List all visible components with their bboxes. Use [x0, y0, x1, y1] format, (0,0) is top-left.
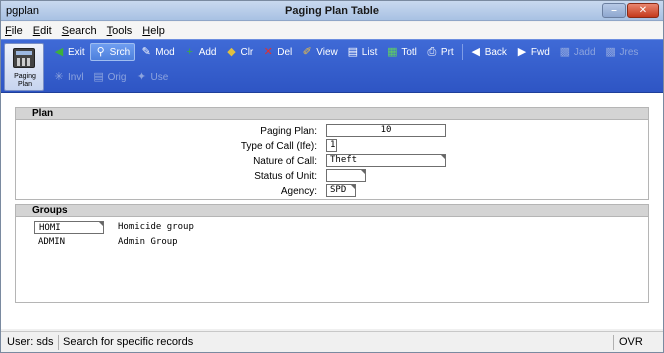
prt-button[interactable]: ⎙ Prt	[422, 43, 458, 61]
group-description: Homicide group	[118, 222, 194, 232]
groups-panel: Groups HOMI Homicide group ADMIN Admin G…	[15, 204, 649, 303]
search-icon: ⚲	[96, 46, 105, 58]
list-button-label: List	[361, 46, 378, 58]
group-code-field[interactable]: ADMIN	[34, 236, 104, 249]
clr-button-label: Clr	[240, 46, 254, 58]
add-button[interactable]: + Add	[180, 43, 221, 61]
mod-button[interactable]: ✎ Mod	[136, 43, 178, 61]
app-window: pgplan Paging Plan Table – ✕ File Edit S…	[0, 0, 664, 353]
close-button[interactable]: ✕	[627, 3, 659, 18]
orig-button-label: Orig	[107, 71, 127, 83]
menu-help[interactable]: Help	[142, 25, 165, 37]
paging-plan-label: Paging Plan:	[260, 125, 317, 137]
add-button-label: Add	[198, 46, 217, 58]
mod-button-label: Mod	[155, 46, 175, 58]
original-icon: ▤	[93, 71, 104, 83]
jadd-icon: ▩	[559, 46, 571, 58]
toolbar-separator	[461, 44, 463, 60]
modify-icon: ✎	[141, 46, 151, 58]
menu-tools[interactable]: Tools	[107, 25, 133, 37]
minimize-icon: –	[611, 5, 617, 16]
agency-field[interactable]: SPD	[326, 184, 356, 197]
view-button-label: View	[316, 46, 338, 58]
module-button[interactable]: Paging Plan	[4, 43, 44, 91]
plan-heading: Plan	[16, 108, 648, 120]
nature-of-call-label: Nature of Call:	[253, 155, 317, 167]
use-icon: ✦	[136, 71, 147, 83]
exit-icon: ◀	[54, 46, 64, 58]
add-icon: +	[186, 46, 193, 58]
list-icon: ▤	[347, 46, 358, 58]
srch-button-label: Srch	[109, 46, 131, 58]
srch-button[interactable]: ⚲ Srch	[89, 43, 136, 61]
menu-bar: File Edit Search Tools Help	[1, 22, 663, 39]
status-mode: OVR	[619, 336, 643, 348]
status-message: Search for specific records	[63, 336, 194, 348]
window-title: Paging Plan Table	[285, 5, 379, 17]
fwd-button-label: Fwd	[530, 46, 550, 58]
calculator-icon	[13, 48, 35, 68]
print-icon: ⎙	[427, 46, 437, 58]
jres-icon: ▩	[605, 46, 616, 58]
exit-button[interactable]: ◀ Exit	[49, 43, 89, 61]
jadd-button-label: Jadd	[573, 46, 596, 58]
back-icon: ◀	[471, 46, 480, 58]
agency-label: Agency:	[280, 185, 317, 197]
view-icon: ✐	[302, 46, 312, 58]
toolbar-row-secondary: ✳ Invl ▤ Orig ✦ Use	[49, 67, 173, 87]
minimize-button[interactable]: –	[602, 3, 626, 18]
module-label: Paging Plan	[14, 73, 36, 88]
clear-icon: ◆	[227, 46, 236, 58]
jres-button[interactable]: ▩ Jres	[601, 43, 643, 61]
nature-of-call-field[interactable]: Theft	[326, 154, 446, 167]
group-description: Admin Group	[118, 237, 178, 247]
invl-button[interactable]: ✳ Invl	[49, 68, 88, 86]
content-area: Plan Paging Plan: 10 Type of Call (Ife):…	[1, 93, 663, 329]
menu-edit[interactable]: Edit	[33, 25, 52, 37]
plan-panel: Plan Paging Plan: 10 Type of Call (Ife):…	[15, 107, 649, 200]
close-icon: ✕	[638, 5, 648, 16]
menu-file[interactable]: File	[5, 25, 23, 37]
totl-button[interactable]: ▦ Totl	[382, 43, 421, 61]
status-bar: User: sds Search for specific records OV…	[1, 331, 663, 352]
orig-button[interactable]: ▤ Orig	[89, 68, 131, 86]
forward-icon: ▶	[517, 46, 527, 58]
del-button-label: Del	[277, 46, 293, 58]
jadd-button[interactable]: ▩ Jadd	[555, 43, 600, 61]
type-of-call-label: Type of Call (Ife):	[240, 140, 317, 152]
status-user: User: sds	[7, 336, 54, 348]
toolbar-row-main: ◀ Exit ⚲ Srch ✎ Mod + Add ◆ Clr ✕ Del ✐ View ▤ List ▦ Tot…	[49, 42, 643, 62]
groups-heading: Groups	[16, 205, 648, 217]
use-button-label: Use	[150, 71, 169, 83]
exit-button-label: Exit	[68, 46, 85, 58]
paging-plan-field[interactable]: 10	[326, 124, 446, 137]
total-icon: ▦	[387, 46, 398, 58]
prt-button-label: Prt	[440, 46, 454, 58]
involvement-icon: ✳	[54, 71, 64, 83]
totl-button-label: Totl	[401, 46, 417, 58]
title-bar[interactable]: pgplan Paging Plan Table – ✕	[1, 1, 663, 21]
del-button[interactable]: ✕ Del	[258, 43, 296, 61]
back-button-label: Back	[484, 46, 507, 58]
use-button[interactable]: ✦ Use	[131, 68, 172, 86]
status-of-unit-field[interactable]	[326, 169, 366, 182]
clr-button[interactable]: ◆ Clr	[221, 43, 257, 61]
group-code-field[interactable]: HOMI	[34, 221, 104, 234]
invl-button-label: Invl	[68, 71, 84, 83]
type-of-call-field[interactable]: 1	[326, 139, 337, 152]
menu-search[interactable]: Search	[62, 25, 97, 37]
toolbar: Paging Plan ◀ Exit ⚲ Srch ✎ Mod + Add ◆ Clr ✕ Del ✐ V…	[1, 39, 663, 93]
status-of-unit-label: Status of Unit:	[254, 170, 317, 182]
delete-icon: ✕	[263, 46, 273, 58]
view-button[interactable]: ✐ View	[297, 43, 342, 61]
list-button[interactable]: ▤ List	[343, 43, 382, 61]
jres-button-label: Jres	[619, 46, 639, 58]
back-button[interactable]: ◀ Back	[466, 43, 511, 61]
fwd-button[interactable]: ▶ Fwd	[512, 43, 554, 61]
